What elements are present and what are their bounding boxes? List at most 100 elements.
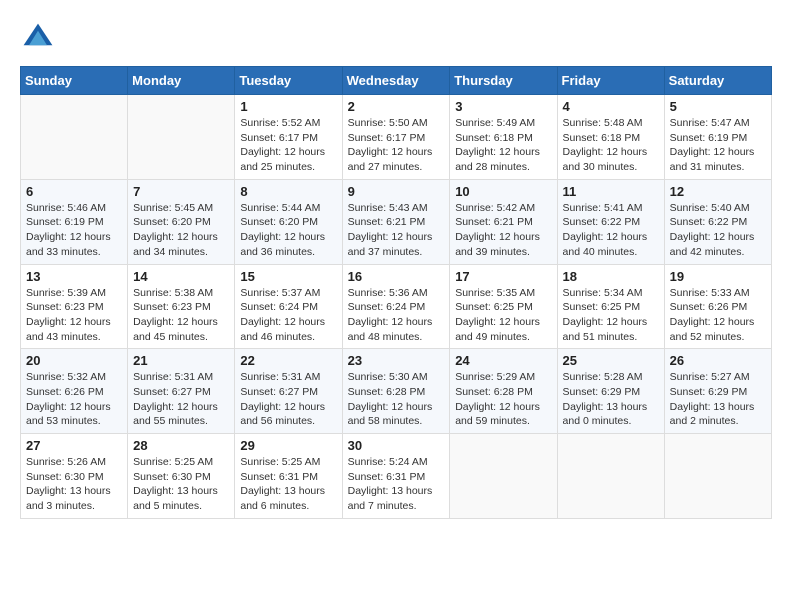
day-info: Sunrise: 5:24 AM Sunset: 6:31 PM Dayligh… [348,455,445,514]
day-number: 25 [563,353,659,368]
weekday-header: Saturday [664,67,771,95]
day-info: Sunrise: 5:45 AM Sunset: 6:20 PM Dayligh… [133,201,229,260]
day-number: 18 [563,269,659,284]
day-number: 5 [670,99,766,114]
day-info: Sunrise: 5:37 AM Sunset: 6:24 PM Dayligh… [240,286,336,345]
calendar-cell: 3 Sunrise: 5:49 AM Sunset: 6:18 PM Daylig… [450,95,557,180]
day-number: 4 [563,99,659,114]
day-number: 20 [26,353,122,368]
day-number: 11 [563,184,659,199]
day-number: 13 [26,269,122,284]
day-info: Sunrise: 5:46 AM Sunset: 6:19 PM Dayligh… [26,201,122,260]
calendar-cell: 2 Sunrise: 5:50 AM Sunset: 6:17 PM Daylig… [342,95,450,180]
day-number: 24 [455,353,551,368]
calendar-cell: 14 Sunrise: 5:38 AM Sunset: 6:23 PM Dayli… [128,264,235,349]
calendar-cell: 12 Sunrise: 5:40 AM Sunset: 6:22 PM Dayli… [664,179,771,264]
calendar-cell: 1Sunrise: 5:52 AM Sunset: 6:17 PM Daylig… [235,95,342,180]
calendar-cell: 26 Sunrise: 5:27 AM Sunset: 6:29 PM Dayli… [664,349,771,434]
day-info: Sunrise: 5:36 AM Sunset: 6:24 PM Dayligh… [348,286,445,345]
day-info: Sunrise: 5:25 AM Sunset: 6:31 PM Dayligh… [240,455,336,514]
day-number: 6 [26,184,122,199]
day-info: Sunrise: 5:35 AM Sunset: 6:25 PM Dayligh… [455,286,551,345]
day-info: Sunrise: 5:48 AM Sunset: 6:18 PM Dayligh… [563,116,659,175]
day-info: Sunrise: 5:33 AM Sunset: 6:26 PM Dayligh… [670,286,766,345]
day-info: Sunrise: 5:27 AM Sunset: 6:29 PM Dayligh… [670,370,766,429]
calendar-cell: 23 Sunrise: 5:30 AM Sunset: 6:28 PM Dayli… [342,349,450,434]
day-info: Sunrise: 5:42 AM Sunset: 6:21 PM Dayligh… [455,201,551,260]
day-number: 14 [133,269,229,284]
calendar-cell: 18 Sunrise: 5:34 AM Sunset: 6:25 PM Dayli… [557,264,664,349]
day-info: Sunrise: 5:32 AM Sunset: 6:26 PM Dayligh… [26,370,122,429]
day-number: 3 [455,99,551,114]
calendar-cell: 13 Sunrise: 5:39 AM Sunset: 6:23 PM Dayli… [21,264,128,349]
day-info: Sunrise: 5:38 AM Sunset: 6:23 PM Dayligh… [133,286,229,345]
calendar-cell: 6 Sunrise: 5:46 AM Sunset: 6:19 PM Daylig… [21,179,128,264]
calendar-cell: 15 Sunrise: 5:37 AM Sunset: 6:24 PM Dayli… [235,264,342,349]
calendar-cell: 16 Sunrise: 5:36 AM Sunset: 6:24 PM Dayli… [342,264,450,349]
calendar-cell: 28 Sunrise: 5:25 AM Sunset: 6:30 PM Dayli… [128,434,235,519]
calendar-week-row: 13 Sunrise: 5:39 AM Sunset: 6:23 PM Dayli… [21,264,772,349]
day-number: 28 [133,438,229,453]
day-number: 16 [348,269,445,284]
day-number: 27 [26,438,122,453]
weekday-header: Wednesday [342,67,450,95]
day-info: Sunrise: 5:31 AM Sunset: 6:27 PM Dayligh… [133,370,229,429]
day-number: 21 [133,353,229,368]
calendar-cell: 20 Sunrise: 5:32 AM Sunset: 6:26 PM Dayli… [21,349,128,434]
calendar-cell: 19 Sunrise: 5:33 AM Sunset: 6:26 PM Dayli… [664,264,771,349]
day-info: Sunrise: 5:25 AM Sunset: 6:30 PM Dayligh… [133,455,229,514]
day-number: 22 [240,353,336,368]
day-info: Sunrise: 5:43 AM Sunset: 6:21 PM Dayligh… [348,201,445,260]
day-number: 19 [670,269,766,284]
weekday-header-row: SundayMondayTuesdayWednesdayThursdayFrid… [21,67,772,95]
calendar-cell: 21 Sunrise: 5:31 AM Sunset: 6:27 PM Dayli… [128,349,235,434]
calendar-cell: 7 Sunrise: 5:45 AM Sunset: 6:20 PM Daylig… [128,179,235,264]
calendar-cell: 9Sunrise: 5:43 AM Sunset: 6:21 PM Daylig… [342,179,450,264]
day-number: 17 [455,269,551,284]
day-number: 23 [348,353,445,368]
calendar-cell: 27 Sunrise: 5:26 AM Sunset: 6:30 PM Dayli… [21,434,128,519]
day-number: 30 [348,438,445,453]
day-info: Sunrise: 5:44 AM Sunset: 6:20 PM Dayligh… [240,201,336,260]
calendar-cell [128,95,235,180]
calendar-week-row: 27 Sunrise: 5:26 AM Sunset: 6:30 PM Dayli… [21,434,772,519]
day-info: Sunrise: 5:28 AM Sunset: 6:29 PM Dayligh… [563,370,659,429]
day-info: Sunrise: 5:40 AM Sunset: 6:22 PM Dayligh… [670,201,766,260]
calendar-cell [664,434,771,519]
calendar-cell: 22Sunrise: 5:31 AM Sunset: 6:27 PM Dayli… [235,349,342,434]
day-info: Sunrise: 5:49 AM Sunset: 6:18 PM Dayligh… [455,116,551,175]
day-info: Sunrise: 5:29 AM Sunset: 6:28 PM Dayligh… [455,370,551,429]
day-number: 10 [455,184,551,199]
calendar-cell: 30 Sunrise: 5:24 AM Sunset: 6:31 PM Dayli… [342,434,450,519]
calendar-cell: 29 Sunrise: 5:25 AM Sunset: 6:31 PM Dayli… [235,434,342,519]
calendar-cell [21,95,128,180]
day-info: Sunrise: 5:34 AM Sunset: 6:25 PM Dayligh… [563,286,659,345]
calendar-cell: 8 Sunrise: 5:44 AM Sunset: 6:20 PM Daylig… [235,179,342,264]
day-number: 8 [240,184,336,199]
day-number: 7 [133,184,229,199]
day-info: Sunrise: 5:52 AM Sunset: 6:17 PM Dayligh… [240,116,336,175]
day-info: Sunrise: 5:50 AM Sunset: 6:17 PM Dayligh… [348,116,445,175]
weekday-header: Friday [557,67,664,95]
calendar-cell: 10 Sunrise: 5:42 AM Sunset: 6:21 PM Dayli… [450,179,557,264]
weekday-header: Sunday [21,67,128,95]
calendar-cell [450,434,557,519]
day-info: Sunrise: 5:30 AM Sunset: 6:28 PM Dayligh… [348,370,445,429]
day-number: 12 [670,184,766,199]
day-number: 15 [240,269,336,284]
weekday-header: Tuesday [235,67,342,95]
calendar-cell: 4 Sunrise: 5:48 AM Sunset: 6:18 PM Daylig… [557,95,664,180]
calendar-cell: 24 Sunrise: 5:29 AM Sunset: 6:28 PM Dayli… [450,349,557,434]
calendar-week-row: 20 Sunrise: 5:32 AM Sunset: 6:26 PM Dayli… [21,349,772,434]
calendar-cell: 5Sunrise: 5:47 AM Sunset: 6:19 PM Daylig… [664,95,771,180]
day-number: 26 [670,353,766,368]
weekday-header: Monday [128,67,235,95]
day-number: 2 [348,99,445,114]
day-number: 29 [240,438,336,453]
calendar-week-row: 6 Sunrise: 5:46 AM Sunset: 6:19 PM Daylig… [21,179,772,264]
day-info: Sunrise: 5:26 AM Sunset: 6:30 PM Dayligh… [26,455,122,514]
day-info: Sunrise: 5:39 AM Sunset: 6:23 PM Dayligh… [26,286,122,345]
calendar-cell: 25 Sunrise: 5:28 AM Sunset: 6:29 PM Dayli… [557,349,664,434]
calendar: SundayMondayTuesdayWednesdayThursdayFrid… [20,66,772,519]
calendar-week-row: 1Sunrise: 5:52 AM Sunset: 6:17 PM Daylig… [21,95,772,180]
